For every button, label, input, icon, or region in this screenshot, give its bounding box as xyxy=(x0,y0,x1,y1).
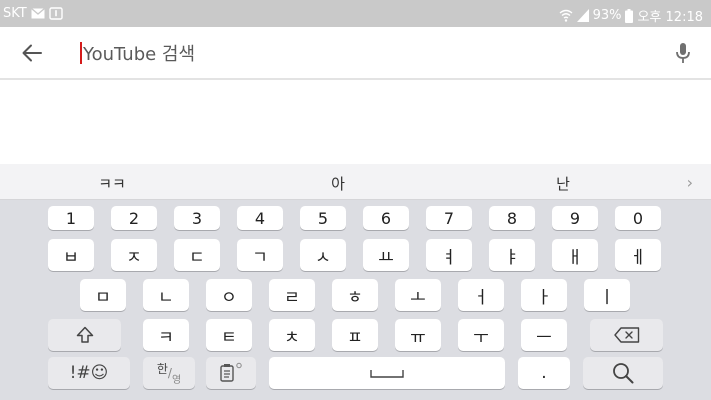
key-letter[interactable]: ㅐ xyxy=(552,239,598,271)
chevron-right-icon[interactable]: › xyxy=(687,173,693,192)
key-letter[interactable]: ㅜ xyxy=(458,319,504,351)
arrow-left-icon xyxy=(22,44,42,62)
clipboard-key[interactable] xyxy=(206,357,256,389)
backspace-key[interactable] xyxy=(590,319,663,351)
voice-search-button[interactable] xyxy=(671,39,695,67)
clipboard-icon xyxy=(220,362,242,382)
key-letter[interactable]: ㅛ xyxy=(363,239,409,271)
key-8[interactable]: 8 xyxy=(489,206,535,230)
suggestion-item[interactable]: ㅋㅋ xyxy=(98,173,126,194)
key-letter[interactable]: ㅕ xyxy=(426,239,472,271)
key-letter[interactable]: ㅇ xyxy=(206,279,252,311)
key-letter[interactable]: ㅅ xyxy=(300,239,346,271)
key-letter[interactable]: ㅂ xyxy=(48,239,94,271)
key-letter[interactable]: ㄱ xyxy=(237,239,283,271)
clock: 오후 12:18 xyxy=(637,10,703,25)
key-letter[interactable]: ㅌ xyxy=(206,319,252,351)
suggestion-item[interactable]: 난 xyxy=(556,173,570,194)
key-7[interactable]: 7 xyxy=(426,206,472,230)
keyboard: ㅋㅋ 아 난 › 1 2 3 4 5 6 7 8 9 0 ㅂ ㅈ ㄷ ㄱ ㅅ ㅛ… xyxy=(0,164,711,400)
key-letter[interactable]: ㅡ xyxy=(521,319,567,351)
symbols-key[interactable]: !#☺ xyxy=(48,357,130,389)
key-6[interactable]: 6 xyxy=(363,206,409,230)
shift-icon xyxy=(76,326,93,343)
search-bar: YouTube 검색 xyxy=(0,27,711,80)
key-letter[interactable]: ㅏ xyxy=(521,279,567,311)
key-2[interactable]: 2 xyxy=(111,206,157,230)
suggestion-item[interactable]: 아 xyxy=(331,173,345,194)
search-results-area xyxy=(0,82,711,164)
key-letter[interactable]: ㄴ xyxy=(143,279,189,311)
key-3[interactable]: 3 xyxy=(174,206,220,230)
key-letter[interactable]: ㅁ xyxy=(80,279,126,311)
key-letter[interactable]: ㅋ xyxy=(143,319,189,351)
search-icon xyxy=(613,363,634,384)
key-letter[interactable]: ㅈ xyxy=(111,239,157,271)
wifi-icon xyxy=(559,9,573,22)
status-bar: SKT 93% 오후 12:18 xyxy=(0,0,711,27)
key-letter[interactable]: ㄷ xyxy=(174,239,220,271)
carrier-label: SKT xyxy=(3,6,27,21)
key-5[interactable]: 5 xyxy=(300,206,346,230)
battery-icon xyxy=(625,8,634,23)
microphone-icon xyxy=(676,43,690,63)
space-icon xyxy=(370,370,404,378)
notification-icon xyxy=(49,7,63,20)
key-1[interactable]: 1 xyxy=(48,206,94,230)
battery-percentage: 93% xyxy=(592,8,622,23)
period-key[interactable]: . xyxy=(518,357,570,389)
back-button[interactable] xyxy=(16,39,48,67)
key-letter[interactable]: ㅎ xyxy=(332,279,378,311)
mail-icon xyxy=(30,8,45,19)
shift-key[interactable] xyxy=(48,319,121,351)
language-switch-key[interactable]: 한 / 영 xyxy=(143,357,195,389)
backspace-icon xyxy=(613,327,639,343)
search-placeholder: YouTube 검색 xyxy=(83,44,196,65)
search-input[interactable]: YouTube 검색 xyxy=(76,37,656,69)
text-cursor xyxy=(80,42,82,64)
key-0[interactable]: 0 xyxy=(615,206,661,230)
key-letter[interactable]: ㅗ xyxy=(395,279,441,311)
signal-icon xyxy=(576,9,589,22)
space-key[interactable] xyxy=(269,357,505,389)
key-letter[interactable]: ㅣ xyxy=(584,279,630,311)
key-letter[interactable]: ㅠ xyxy=(395,319,441,351)
search-key[interactable] xyxy=(583,357,663,389)
key-letter[interactable]: ㅔ xyxy=(615,239,661,271)
key-letter[interactable]: ㅍ xyxy=(332,319,378,351)
key-letter[interactable]: ㅓ xyxy=(458,279,504,311)
key-letter[interactable]: ㅑ xyxy=(489,239,535,271)
suggestion-bar: ㅋㅋ 아 난 › xyxy=(0,164,711,200)
key-letter[interactable]: ㄹ xyxy=(269,279,315,311)
key-4[interactable]: 4 xyxy=(237,206,283,230)
key-letter[interactable]: ㅊ xyxy=(269,319,315,351)
key-9[interactable]: 9 xyxy=(552,206,598,230)
